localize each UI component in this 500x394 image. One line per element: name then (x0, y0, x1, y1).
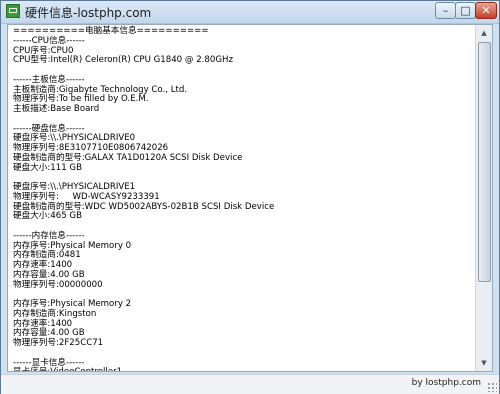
info-line: 硬盘制造商的型号:GALAX TA1D0120A SCSI Disk Devic… (13, 152, 243, 163)
info-line: ==========电脑基本信息========== (13, 26, 209, 36)
info-line: 内存速率:1400 (13, 318, 73, 329)
info-line: 内存序号:Physical Memory 0 (13, 240, 132, 251)
hardware-info-text: ==========电脑基本信息========== ------CPU信息--… (13, 26, 275, 371)
info-line: 硬盘制造商的型号:WDC WD5002ABYS-02B1B SCSI Disk … (13, 201, 275, 212)
scrollbar-thumb[interactable] (478, 42, 491, 282)
info-line: ------主板信息------ (13, 74, 85, 85)
info-line: ------内存信息------ (13, 230, 85, 241)
info-line: 内存容量:4.00 GB (13, 269, 85, 280)
info-line: 内存容量:4.00 GB (13, 328, 85, 339)
info-line: 物理序列号:8E3107710E0806742026 (13, 143, 169, 153)
info-line: 硬盘序号:\\.\PHYSICALDRIVE0 (13, 133, 136, 144)
info-text-area[interactable]: ==========电脑基本信息========== ------CPU信息--… (7, 24, 493, 372)
app-window: 硬件信息-lostphp.com – □ ✕ ==========电脑基本信息=… (0, 0, 500, 394)
info-line: 内存制造商:Kingston (13, 308, 97, 319)
info-line: 物理序列号:To be filled by O.E.M. (13, 94, 149, 105)
info-line: ------显卡信息------ (13, 357, 85, 368)
info-line: 硬盘大小:111 GB (13, 162, 82, 173)
info-line: 物理序列号:2F25CC71 (13, 338, 104, 348)
info-line: ------CPU信息------ (13, 35, 85, 46)
info-line: CPU型号:Intel(R) Celeron(R) CPU G1840 @ 2.… (13, 55, 233, 66)
scroll-up-arrow-icon[interactable]: ▲ (476, 25, 492, 41)
info-line: ------硬盘信息------ (13, 123, 85, 134)
window-title: 硬件信息-lostphp.com (25, 6, 152, 20)
vertical-scrollbar[interactable]: ▲ ▼ (475, 25, 492, 371)
info-line: 主板制造商:Gigabyte Technology Co., Ltd. (13, 84, 188, 95)
info-line: CPU序号:CPU0 (13, 45, 74, 56)
close-button[interactable]: ✕ (475, 2, 497, 19)
info-line: 内存速率:1400 (13, 260, 73, 270)
resize-grip-icon[interactable] (487, 382, 497, 392)
info-line: 内存制造商:0481 (13, 250, 81, 261)
status-text: by lostphp.com (411, 378, 481, 388)
scroll-down-arrow-icon[interactable]: ▼ (476, 355, 492, 371)
minimize-button[interactable]: – (435, 2, 456, 19)
info-line: 硬盘序号:\\.\PHYSICALDRIVE1 (13, 182, 136, 192)
info-line: 物理序列号:00000000 (13, 279, 103, 290)
info-line: 内存序号:Physical Memory 2 (13, 299, 132, 309)
app-icon (6, 4, 20, 18)
info-line: 显卡序号:VideoController1 (13, 367, 122, 371)
info-line: 物理序列号: WD-WCASY9233391 (13, 191, 160, 202)
info-line: 主板描述:Base Board (13, 104, 100, 114)
maximize-button[interactable]: □ (455, 2, 476, 19)
status-bar: by lostphp.com (1, 374, 499, 394)
title-bar[interactable]: 硬件信息-lostphp.com – □ ✕ (1, 1, 499, 24)
info-line: 硬盘大小:465 GB (13, 211, 82, 222)
